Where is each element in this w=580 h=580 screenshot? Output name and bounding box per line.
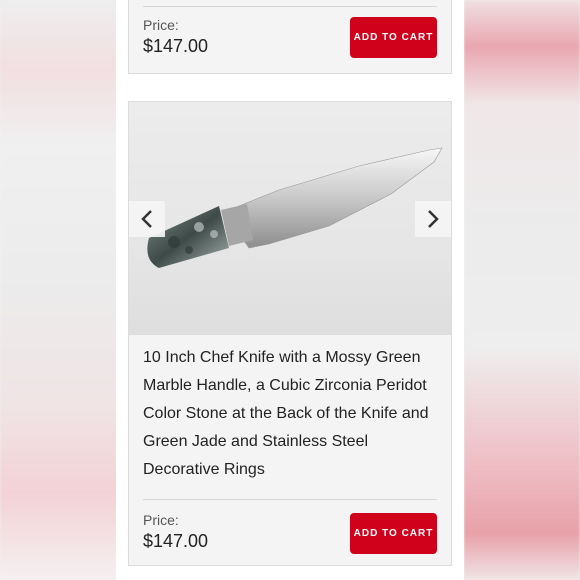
chevron-left-icon: [141, 210, 152, 228]
background-right: [464, 0, 580, 580]
price-value: $147.00: [143, 36, 209, 56]
add-to-cart-button[interactable]: ADD TO CART: [350, 17, 437, 58]
chevron-right-icon: [428, 210, 439, 228]
price-label: Price:: [143, 17, 179, 33]
price-label: Price:: [143, 512, 179, 528]
product-card-previous: Price: $147.00 ADD TO CART: [128, 0, 452, 74]
price-row: Price: $147.00 ADD TO CART: [143, 499, 437, 563]
add-to-cart-button[interactable]: ADD TO CART: [350, 513, 437, 554]
carousel-prev-button[interactable]: [129, 201, 165, 237]
product-image-carousel[interactable]: [129, 102, 451, 335]
price-value: $147.00: [143, 531, 209, 551]
carousel-next-button[interactable]: [415, 201, 451, 237]
product-list-page: Price: $147.00 ADD TO CART 10 Inch Chef …: [116, 0, 464, 580]
knife-image: [147, 147, 443, 268]
product-card: 10 Inch Chef Knife with a Mossy Green Ma…: [128, 101, 452, 566]
background-left: [0, 0, 118, 580]
product-title[interactable]: 10 Inch Chef Knife with a Mossy Green Ma…: [143, 344, 443, 484]
price-row: Price: $147.00 ADD TO CART: [143, 6, 437, 70]
